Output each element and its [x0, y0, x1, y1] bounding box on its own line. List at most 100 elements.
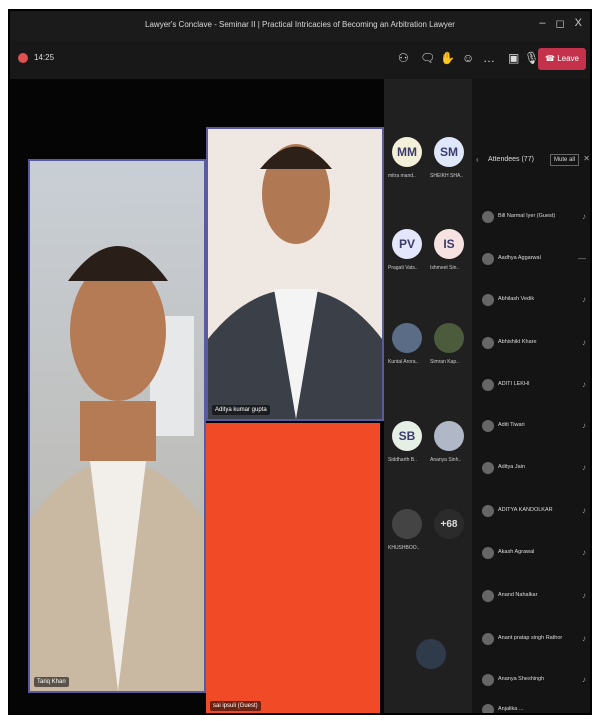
avatar-icon [482, 674, 494, 686]
raise-hand-icon[interactable]: ✋ [440, 51, 455, 65]
avatar-label: KHUSHBOO.. [388, 545, 420, 551]
avatar[interactable] [392, 509, 422, 539]
list-item[interactable]: Anjalika ... [482, 702, 586, 713]
list-item[interactable]: Aditya Jain ♪ [482, 460, 586, 478]
avatar-icon [482, 547, 494, 559]
attendee-name: ADITI LEKHI [498, 381, 530, 387]
attendee-name: Aditya Jain [498, 464, 525, 470]
attendee-name: Abhilash Vedik [498, 296, 535, 302]
attendees-panel: ‹ Attendees (77) Mute all ✕ Bill Narmal … [472, 79, 590, 713]
meeting-toolbar: 14:25 ⚇ 🗨 ✋ ☺ … ▣ 🎙 ☎ Leave [10, 41, 590, 79]
list-item[interactable]: Anand Nahalkar ♪ [482, 588, 586, 606]
list-item[interactable]: Akash Agrawal ♪ [482, 545, 586, 563]
meeting-window: Lawyer's Conclave - Seminar II | Practic… [8, 9, 592, 715]
avatar-label: mitra mand.. [388, 173, 416, 179]
title-bar: Lawyer's Conclave - Seminar II | Practic… [10, 11, 590, 41]
list-item[interactable]: Bill Narmal Iyer (Guest) ♪ [482, 209, 586, 227]
avatar[interactable] [434, 421, 464, 451]
participant-name: sai ipsuli (Guest) [210, 701, 261, 711]
mic-off-icon: ♪ [582, 634, 586, 643]
reactions-icon[interactable]: ☺ [462, 51, 474, 65]
chat-icon[interactable]: 🗨 [420, 51, 435, 65]
attendee-name: Bill Narmal Iyer (Guest) [498, 213, 556, 219]
avatar-icon [482, 590, 494, 602]
mic-off-icon: ♪ [582, 463, 586, 472]
window-controls: – ◻ X [539, 17, 582, 30]
participant-name: Aditya kumar gupta [212, 405, 270, 415]
attendee-name: Ananya Sheshingh [498, 676, 545, 682]
meeting-time: 14:25 [34, 53, 55, 62]
phone-icon: ☎ [545, 54, 555, 63]
avatar-icon [482, 253, 494, 265]
window-title: Lawyer's Conclave - Seminar II | Practic… [145, 20, 455, 29]
avatar[interactable]: MM [392, 137, 422, 167]
avatar-label: Simran Kap.. [430, 359, 459, 365]
avatar[interactable] [416, 639, 446, 669]
camera-icon[interactable]: ▣ [508, 51, 519, 65]
list-item[interactable]: ADITI LEKHI ♪ [482, 377, 586, 395]
avatar[interactable] [392, 323, 422, 353]
avatar[interactable]: SB [392, 421, 422, 451]
video-tile-top[interactable]: Aditya kumar gupta [206, 127, 384, 421]
attendee-name: Aditi Tiwari [498, 422, 525, 428]
video-tile-main[interactable]: Tariq Khan [28, 159, 206, 693]
attendee-name: Akash Agrawal [498, 549, 535, 555]
mic-off-icon: ♪ [582, 675, 586, 684]
attendee-name: ADITYA KANDOLKAR [498, 507, 553, 513]
more-icon[interactable]: … [483, 51, 495, 65]
mic-off-icon: ♪ [582, 338, 586, 347]
attendee-name: Aadhya Aggarwal [498, 255, 541, 261]
avatar[interactable]: SM [434, 137, 464, 167]
mic-icon[interactable]: 🎙 [524, 51, 539, 65]
list-item[interactable]: Abhilash Vedik ♪ [482, 292, 586, 310]
participant-name: Tariq Khan [34, 677, 69, 687]
avatar-icon [482, 379, 494, 391]
mute-all-button[interactable]: Mute all [550, 154, 580, 166]
mic-off-icon: ♪ [582, 380, 586, 389]
close-icon[interactable]: ✕ [583, 154, 590, 163]
avatar[interactable]: PV [392, 229, 422, 259]
attendees-title: Attendees (77) [488, 156, 534, 163]
participant-gallery: MM mitra mand.. SM SHEIKH SHA.. PV Praga… [384, 79, 472, 713]
overflow-count[interactable]: +68 [434, 509, 464, 539]
close-button[interactable]: X [575, 17, 582, 30]
participant-video [208, 144, 382, 419]
mic-off-icon: ♪ [582, 295, 586, 304]
people-icon[interactable]: ⚇ [398, 51, 409, 65]
avatar[interactable] [434, 323, 464, 353]
avatar-icon [482, 211, 494, 223]
avatar-icon [482, 294, 494, 306]
list-item[interactable]: Abhishikt Khare ♪ [482, 335, 586, 353]
mic-off-icon: ♪ [582, 212, 586, 221]
avatar-icon [482, 462, 494, 474]
avatar-icon [482, 420, 494, 432]
list-item[interactable]: Ananya Sheshingh ♪ [482, 672, 586, 690]
leave-button[interactable]: ☎ Leave [538, 48, 586, 70]
mic-off-icon: ♪ [582, 548, 586, 557]
attendee-name: Abhishikt Khare [498, 339, 537, 345]
attendee-name: Anjalika ... [498, 706, 524, 712]
attendees-header: ‹ Attendees (77) Mute all ✕ [472, 149, 590, 173]
avatar-icon [482, 633, 494, 645]
video-tile-bottom[interactable]: sai ipsuli (Guest) [206, 423, 380, 713]
maximize-button[interactable]: ◻ [556, 17, 565, 30]
back-chevron-icon[interactable]: ‹ [476, 155, 479, 164]
avatar-label: Ishmeet Sin.. [430, 265, 460, 271]
mic-off-icon: — [578, 254, 586, 263]
avatar-label: Ananya Sinh.. [430, 457, 462, 463]
avatar-label: Pragati Vats.. [388, 265, 418, 271]
avatar[interactable]: IS [434, 229, 464, 259]
avatar-label: SHEIKH SHA.. [430, 173, 464, 179]
minimize-button[interactable]: – [539, 17, 545, 30]
list-item[interactable]: Aditi Tiwari ♪ [482, 418, 586, 436]
video-stage: Tariq Khan Aditya kumar gupta sai ipsuli… [10, 79, 384, 713]
list-item[interactable]: ADITYA KANDOLKAR ♪ [482, 503, 586, 521]
participant-video [30, 246, 204, 691]
list-item[interactable]: Aadhya Aggarwal — [482, 251, 586, 269]
avatar-icon [482, 337, 494, 349]
avatar-icon [482, 505, 494, 517]
list-item[interactable]: Anant pratap singh Rathor ♪ [482, 631, 586, 649]
mic-off-icon: ♪ [582, 506, 586, 515]
avatar-label: Siddharth B.. [388, 457, 417, 463]
avatar-icon [482, 704, 494, 713]
